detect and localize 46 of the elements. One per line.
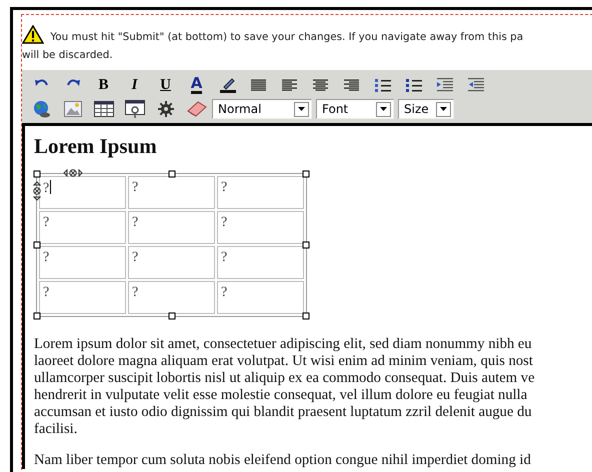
table-cell[interactable]: ? — [128, 281, 215, 314]
bold-button[interactable]: B — [88, 74, 119, 96]
paragraph-line: hendrerit in vulputate velit esse molestie consequat, vel illum dolore eu feugiat nulla — [34, 387, 528, 404]
paragraph-line: facilisi. — [34, 421, 78, 438]
table-cell[interactable]: ? — [128, 211, 215, 244]
table-cell[interactable]: ? — [217, 246, 304, 279]
resize-handle[interactable] — [302, 170, 310, 178]
paragraph-line: Lorem ipsum dolor sit amet, consectetuer adipiscing elit, sed diam nonummy nibh eu — [34, 336, 533, 353]
table-cell[interactable]: ? — [128, 176, 215, 209]
font-color-button[interactable]: A — [181, 74, 212, 96]
resize-handle[interactable] — [302, 312, 310, 320]
heading: Lorem Ipsum — [34, 134, 158, 159]
table-cell[interactable]: ? — [39, 281, 126, 314]
dropdown[interactable]: Size — [398, 99, 454, 119]
paragraph-line: Nam liber tempor cum soluta nobis eleifend option congue nihil imperdiet doming id — [34, 452, 532, 469]
column-move-icon[interactable] — [63, 169, 83, 177]
paragraph-line: laoreet dolore magna aliquam erat volutpat. Ut wisi enim ad minim veniam, quis nost — [34, 353, 534, 370]
table-cell[interactable]: ? — [39, 176, 126, 209]
table[interactable]: ? ? ? ? ? ? ? ? ? ? ? ? — [37, 174, 306, 316]
resize-handle[interactable] — [168, 312, 175, 320]
table-cell[interactable]: ? — [217, 176, 304, 209]
dropdown[interactable]: Font — [316, 99, 394, 119]
paragraph-line: ullamcorper suscipit lobortis nisl ut aliquip ex ea commodo consequat. Duis autem ve — [34, 370, 536, 387]
dropdown-arrow-icon — [440, 107, 447, 111]
resize-handle[interactable] — [34, 170, 40, 178]
table-cell[interactable]: ? — [39, 211, 126, 244]
warning-icon — [22, 25, 44, 44]
dropdown[interactable]: Normal — [212, 99, 312, 119]
text-cursor — [50, 180, 52, 194]
paragraph-line: accumsan et iusto odio dignissim qui blandit praesent luptatum zzril delenit augue du — [34, 404, 533, 421]
resize-handle[interactable] — [302, 242, 310, 248]
resize-handle[interactable] — [34, 242, 40, 248]
underline-button[interactable]: U — [150, 74, 181, 96]
table-cell[interactable]: ? — [39, 246, 126, 279]
dropdown-arrow-icon — [380, 107, 387, 111]
dropdown-arrow-icon — [298, 107, 305, 111]
italic-button[interactable]: I — [119, 74, 150, 96]
row-move-icon[interactable] — [33, 181, 41, 201]
warning-text: You must hit "Submit" (at bottom) to save your changes. If you navigate away from this pa — [50, 31, 524, 43]
editor-area[interactable] — [22, 123, 592, 469]
resize-handle[interactable] — [34, 312, 40, 320]
table-cell[interactable]: ? — [217, 211, 304, 244]
table-cell[interactable]: ? — [217, 281, 304, 314]
warning-text: will be discarded. — [22, 48, 114, 63]
table-cell[interactable]: ? — [128, 246, 215, 279]
resize-handle[interactable] — [168, 170, 175, 178]
